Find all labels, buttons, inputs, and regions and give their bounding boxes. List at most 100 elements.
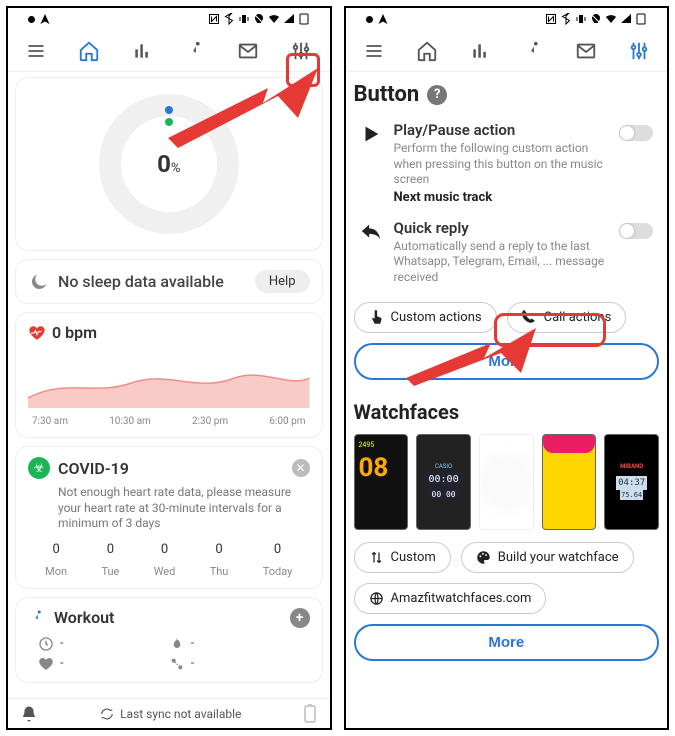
sleep-card[interactable]: No sleep data available Help (16, 260, 322, 303)
watchface-thumb[interactable]: CASIO00:0000 00 (416, 434, 471, 530)
tab-bar (8, 30, 330, 72)
covid-day: Thu (210, 565, 229, 578)
play-toggle[interactable] (619, 125, 653, 141)
covid-grid: 0Mon 0Tue 0Wed 0Thu 0Today (28, 542, 310, 578)
watchfaces-more[interactable]: More (354, 624, 660, 661)
watchface-thumb[interactable] (479, 434, 534, 530)
tick: 10:30 am (109, 416, 151, 427)
covid-val: 0 (263, 542, 293, 557)
tab-bar (346, 30, 668, 72)
help-icon[interactable]: ? (427, 85, 447, 105)
heart-rate-card[interactable]: 0 bpm 7:30 am 10:30 am 2:30 pm 6:00 pm (16, 313, 322, 437)
left-content: 0% No sleep data available Help 0 bpm 7:… (8, 72, 330, 698)
covid-val: 0 (154, 542, 176, 557)
sync-text: Last sync not available (120, 707, 241, 721)
sleep-label: No sleep data available (58, 272, 247, 291)
phone-right: Button ? Play/Pause action Perform the f… (344, 6, 670, 730)
updown-icon (369, 550, 384, 565)
covid-day: Today (263, 565, 293, 578)
play-icon (360, 123, 382, 145)
wifi-icon (605, 13, 617, 25)
location-icon (377, 13, 389, 25)
menu-button[interactable] (22, 37, 50, 65)
globe-icon (369, 591, 384, 606)
covid-day: Tue (101, 565, 119, 578)
chip-label: Build your watchface (498, 550, 619, 565)
donut-unit: % (171, 161, 181, 176)
touch-icon (369, 310, 384, 325)
distance-icon (169, 656, 185, 672)
home-tab[interactable] (75, 37, 103, 65)
quick-reply-setting[interactable]: Quick reply Automatically send a reply t… (354, 215, 660, 298)
stats-tab[interactable] (128, 37, 156, 65)
covid-val: 0 (45, 542, 67, 557)
dismiss-button[interactable]: ✕ (292, 459, 310, 477)
chip-label: Call actions (544, 310, 612, 325)
add-workout-button[interactable]: + (290, 608, 310, 628)
heart-icon (28, 324, 46, 342)
home-tab[interactable] (413, 37, 441, 65)
bottom-bar: Last sync not available (8, 698, 330, 728)
sync-icon (100, 707, 114, 721)
button-more[interactable]: More (354, 343, 660, 380)
activity-tab[interactable] (181, 37, 209, 65)
play-title: Play/Pause action (394, 121, 608, 139)
watchfaces-section-title: Watchfaces (354, 400, 460, 424)
settings-tab[interactable] (625, 37, 653, 65)
covid-val: 0 (210, 542, 229, 557)
bell-icon[interactable] (20, 705, 38, 723)
watchface-thumb[interactable] (542, 434, 597, 530)
reply-desc: Automatically send a reply to the last W… (394, 239, 608, 286)
right-content: Button ? Play/Pause action Perform the f… (346, 72, 668, 728)
battery-icon (298, 13, 310, 25)
help-button[interactable]: Help (255, 270, 310, 293)
dnd-icon (590, 13, 602, 25)
battery-icon (635, 13, 647, 25)
signal-icon (620, 13, 632, 25)
dnd-icon (253, 13, 265, 25)
donut-marker-blue-icon (165, 106, 173, 114)
amazfit-chip[interactable]: Amazfitwatchfaces.com (354, 583, 547, 614)
mail-tab[interactable] (234, 37, 262, 65)
stats-tab[interactable] (466, 37, 494, 65)
call-actions-chip[interactable]: Call actions (507, 302, 627, 333)
mail-tab[interactable] (572, 37, 600, 65)
virus-icon: ☣ (28, 457, 50, 479)
play-pause-setting[interactable]: Play/Pause action Perform the following … (354, 117, 660, 215)
chip-label: Custom actions (391, 310, 482, 325)
phone-icon (522, 310, 537, 325)
bluetooth-icon (223, 13, 235, 25)
custom-wf-chip[interactable]: Custom (354, 542, 451, 573)
menu-button[interactable] (360, 37, 388, 65)
covid-title: COVID-19 (58, 459, 284, 478)
covid-day: Wed (154, 565, 176, 578)
moon-icon (28, 271, 50, 293)
covid-day: Mon (45, 565, 67, 578)
custom-actions-chip[interactable]: Custom actions (354, 302, 497, 333)
reply-icon (360, 221, 382, 243)
wifi-icon (268, 13, 280, 25)
heart-small-icon (38, 656, 54, 672)
workout-card[interactable]: Workout + - - - - (16, 598, 322, 682)
watchface-thumb[interactable]: MIBAND04:3775.64 (604, 434, 659, 530)
play-value: Next music track (394, 190, 608, 205)
workout-val: - (191, 636, 195, 651)
covid-card[interactable]: ☣ COVID-19 ✕ Not enough heart rate data,… (16, 447, 322, 588)
bpm-title: 0 bpm (52, 323, 97, 342)
nfc-icon (545, 13, 557, 25)
watchface-thumb[interactable]: 249508 (354, 434, 409, 530)
activity-tab[interactable] (519, 37, 547, 65)
covid-description: Not enough heart rate data, please measu… (58, 485, 310, 532)
tick: 7:30 am (32, 416, 68, 427)
runner-icon (28, 609, 46, 627)
build-wf-chip[interactable]: Build your watchface (461, 542, 634, 573)
bluetooth-icon (560, 13, 572, 25)
workout-val: - (60, 656, 64, 671)
donut-value: 0 (157, 150, 171, 178)
camera-dot-icon (366, 16, 373, 23)
donut-chart: 0% (99, 94, 239, 234)
steps-donut-card[interactable]: 0% (16, 78, 322, 250)
reply-toggle[interactable] (619, 223, 653, 239)
settings-tab[interactable] (287, 37, 315, 65)
tick: 2:30 pm (192, 416, 228, 427)
